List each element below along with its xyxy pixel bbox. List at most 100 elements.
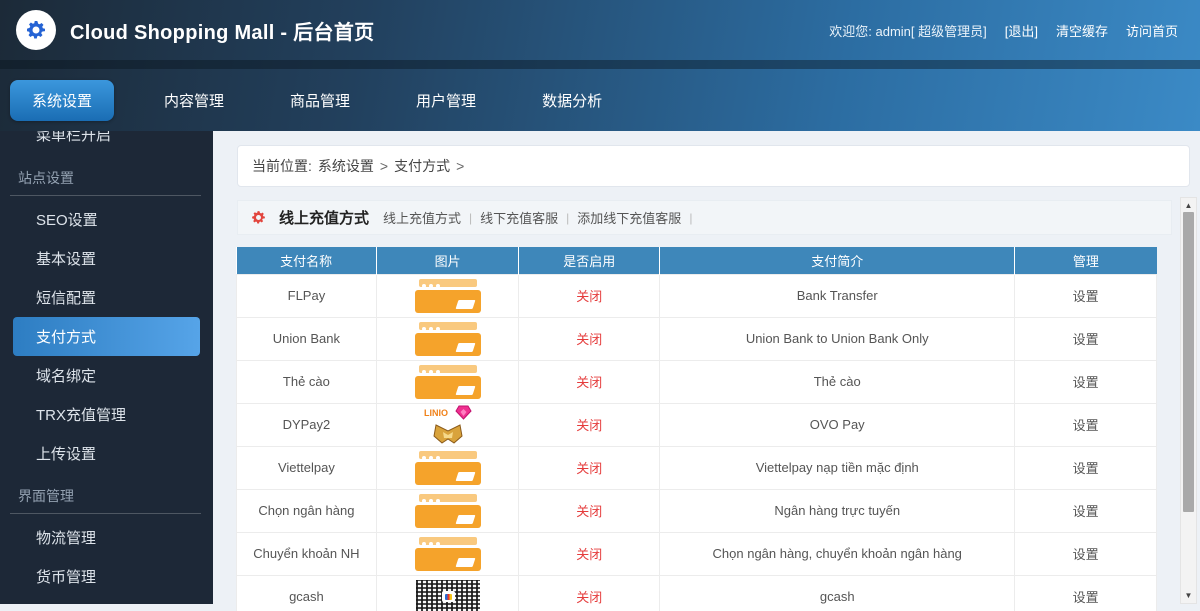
payment-name: Thẻ cào (236, 359, 377, 404)
sidebar-item-payment-methods[interactable]: 支付方式 (13, 317, 200, 356)
settings-link[interactable]: 设置 (1014, 359, 1157, 404)
table-row: gcash LINIO 关闭 gcash 设置 (236, 574, 1157, 611)
scrollbar-thumb[interactable] (1183, 212, 1194, 512)
payment-name: Viettelpay (236, 445, 377, 490)
col-header-enabled: 是否启用 (518, 247, 660, 274)
payment-description: Bank Transfer (659, 273, 1016, 318)
settings-link[interactable]: 设置 (1014, 574, 1157, 611)
visit-site-link[interactable]: 访问首页 (1126, 21, 1178, 40)
toolbar-link-online-recharge[interactable]: 线上充值方式 (383, 208, 461, 227)
table-row: Viettelpay LINIO 关闭 Viettelpay nạp tiền … (236, 445, 1157, 490)
sidebar-item-seo[interactable]: SEO设置 (0, 200, 213, 239)
settings-link[interactable]: 设置 (1014, 488, 1157, 533)
sidebar-item-upload-settings[interactable]: 上传设置 (0, 434, 213, 473)
status-closed[interactable]: 关闭 (518, 402, 661, 447)
settings-link[interactable]: 设置 (1014, 445, 1157, 490)
toolbar-link-offline-service[interactable]: 线下充值客服 (480, 208, 558, 227)
top-header: Cloud Shopping Mall - 后台首页 欢迎您: admin[ 超… (0, 0, 1200, 131)
status-closed[interactable]: 关闭 (518, 316, 661, 361)
section-title: 线上充值方式 (279, 210, 370, 227)
toolbar-link-add-offline-service[interactable]: 添加线下充值客服 (577, 208, 681, 227)
payment-image-cell: LINIO (375, 402, 520, 447)
payment-description: Thẻ cào (659, 359, 1016, 404)
sidebar-item-currency[interactable]: 货币管理 (0, 557, 213, 596)
bank-card-image (414, 321, 481, 356)
svg-text:LINIO: LINIO (424, 408, 448, 418)
settings-link[interactable]: 设置 (1014, 531, 1157, 576)
payment-image-cell: LINIO (375, 531, 520, 576)
sidebar-item-basic-settings[interactable]: 基本设置 (0, 239, 213, 278)
payment-name: Union Bank (236, 316, 377, 361)
payment-methods-table: 支付名称 图片 是否启用 支付简介 管理 FLPay LINIO (236, 247, 1157, 611)
status-closed[interactable]: 关闭 (518, 488, 661, 533)
divider (10, 513, 201, 514)
sidebar-item-trx-recharge[interactable]: TRX充值管理 (0, 395, 213, 434)
status-closed[interactable]: 关闭 (518, 574, 661, 611)
sidebar-group-site-settings: 站点设置 (18, 170, 74, 186)
payment-description: Viettelpay nạp tiền mặc định (659, 445, 1016, 490)
tab-system-settings[interactable]: 系统设置 (10, 79, 115, 121)
clear-cache-link[interactable]: 清空缓存 (1056, 21, 1108, 40)
payment-name: gcash (236, 574, 377, 611)
settings-link[interactable]: 设置 (1014, 316, 1157, 361)
header-bar: Cloud Shopping Mall - 后台首页 欢迎您: admin[ 超… (0, 0, 1200, 60)
status-closed[interactable]: 关闭 (518, 531, 661, 576)
breadcrumb-label: 当前位置: (252, 158, 312, 174)
status-closed[interactable]: 关闭 (518, 359, 661, 404)
col-header-payment-name: 支付名称 (236, 247, 377, 274)
linio-logo-image: LINIO (423, 405, 473, 445)
breadcrumb-link-system-settings[interactable]: 系统设置 (318, 156, 374, 176)
payment-description: Union Bank to Union Bank Only (659, 316, 1016, 361)
main-content: 当前位置: 系统设置 > 支付方式 > 线上充值方式 线上充值方式 | 线下充值… (213, 131, 1200, 611)
breadcrumb-link-payment-methods[interactable]: 支付方式 (394, 156, 450, 176)
payment-description: Ngân hàng trực tuyến (659, 488, 1016, 533)
gear-icon (252, 211, 265, 224)
sidebar-item-sms-config[interactable]: 短信配置 (0, 278, 213, 317)
bank-card-image (414, 450, 481, 485)
logout-link[interactable]: [退出] (1005, 21, 1038, 40)
payment-name: DYPay2 (236, 402, 377, 447)
col-header-image: 图片 (375, 247, 519, 274)
vertical-scrollbar[interactable]: ▲ ▼ (1180, 197, 1197, 604)
welcome-text: 欢迎您: admin[ 超级管理员] (829, 23, 987, 39)
main-nav: 系统设置 内容管理 商品管理 用户管理 数据分析 (0, 69, 1200, 131)
toolbar-separator: | (689, 210, 693, 225)
admin-page: Cloud Shopping Mall - 后台首页 欢迎您: admin[ 超… (0, 0, 1200, 611)
sidebar: 菜单栏开启 站点设置 SEO设置 基本设置 短信配置 支付方式 域名绑定 TRX… (0, 131, 213, 604)
sidebar-item-menu-toggle[interactable]: 菜单栏开启 (0, 131, 213, 155)
scroll-down-arrow-icon[interactable]: ▼ (1181, 588, 1196, 603)
toolbar-separator: | (469, 210, 473, 225)
table-row: FLPay LINIO 关闭 Bank Transfer 设置 (236, 273, 1157, 318)
status-closed[interactable]: 关闭 (518, 273, 661, 318)
breadcrumb-separator: > (456, 158, 465, 174)
page-title: Cloud Shopping Mall - 后台首页 (70, 21, 375, 44)
sidebar-item-logistics[interactable]: 物流管理 (0, 518, 213, 557)
sidebar-item-domain-binding[interactable]: 域名绑定 (0, 356, 213, 395)
status-closed[interactable]: 关闭 (518, 445, 661, 490)
divider (10, 195, 201, 196)
tab-data-analysis[interactable]: 数据分析 (526, 80, 618, 121)
payment-table-body: FLPay LINIO 关闭 Bank Transfer 设置 Union B (236, 273, 1157, 611)
payment-image-cell: LINIO (375, 574, 520, 611)
settings-link[interactable]: 设置 (1014, 402, 1157, 447)
payment-description: gcash (659, 574, 1016, 611)
header-user-area: 欢迎您: admin[ 超级管理员] [退出] 清空缓存 访问首页 (829, 21, 1178, 40)
tab-product-management[interactable]: 商品管理 (274, 80, 366, 121)
bank-card-image (414, 493, 481, 528)
table-header-row: 支付名称 图片 是否启用 支付简介 管理 (236, 247, 1157, 274)
tab-user-management[interactable]: 用户管理 (400, 80, 492, 121)
payment-image-cell: LINIO (375, 273, 520, 318)
table-row: Union Bank LINIO 关闭 Union Bank to Union … (236, 316, 1157, 361)
table-row: DYPay2 LINIO 关闭 OVO Pay 设置 (236, 402, 1157, 447)
payment-image-cell: LINIO (375, 445, 520, 490)
bank-card-image (414, 364, 481, 399)
qr-code-image (415, 580, 480, 611)
scroll-up-arrow-icon[interactable]: ▲ (1181, 198, 1196, 213)
bank-card-image (414, 536, 481, 571)
tab-content-management[interactable]: 内容管理 (148, 80, 240, 121)
sidebar-item-navbar-management[interactable]: 导航栏管理 (0, 596, 213, 604)
settings-link[interactable]: 设置 (1014, 273, 1157, 318)
table-row: Chuyển khoản NH LINIO 关闭 Chọn ngân hàng,… (236, 531, 1157, 576)
body-row: 菜单栏开启 站点设置 SEO设置 基本设置 短信配置 支付方式 域名绑定 TRX… (0, 131, 1200, 611)
sidebar-group-interface: 界面管理 (18, 488, 74, 504)
